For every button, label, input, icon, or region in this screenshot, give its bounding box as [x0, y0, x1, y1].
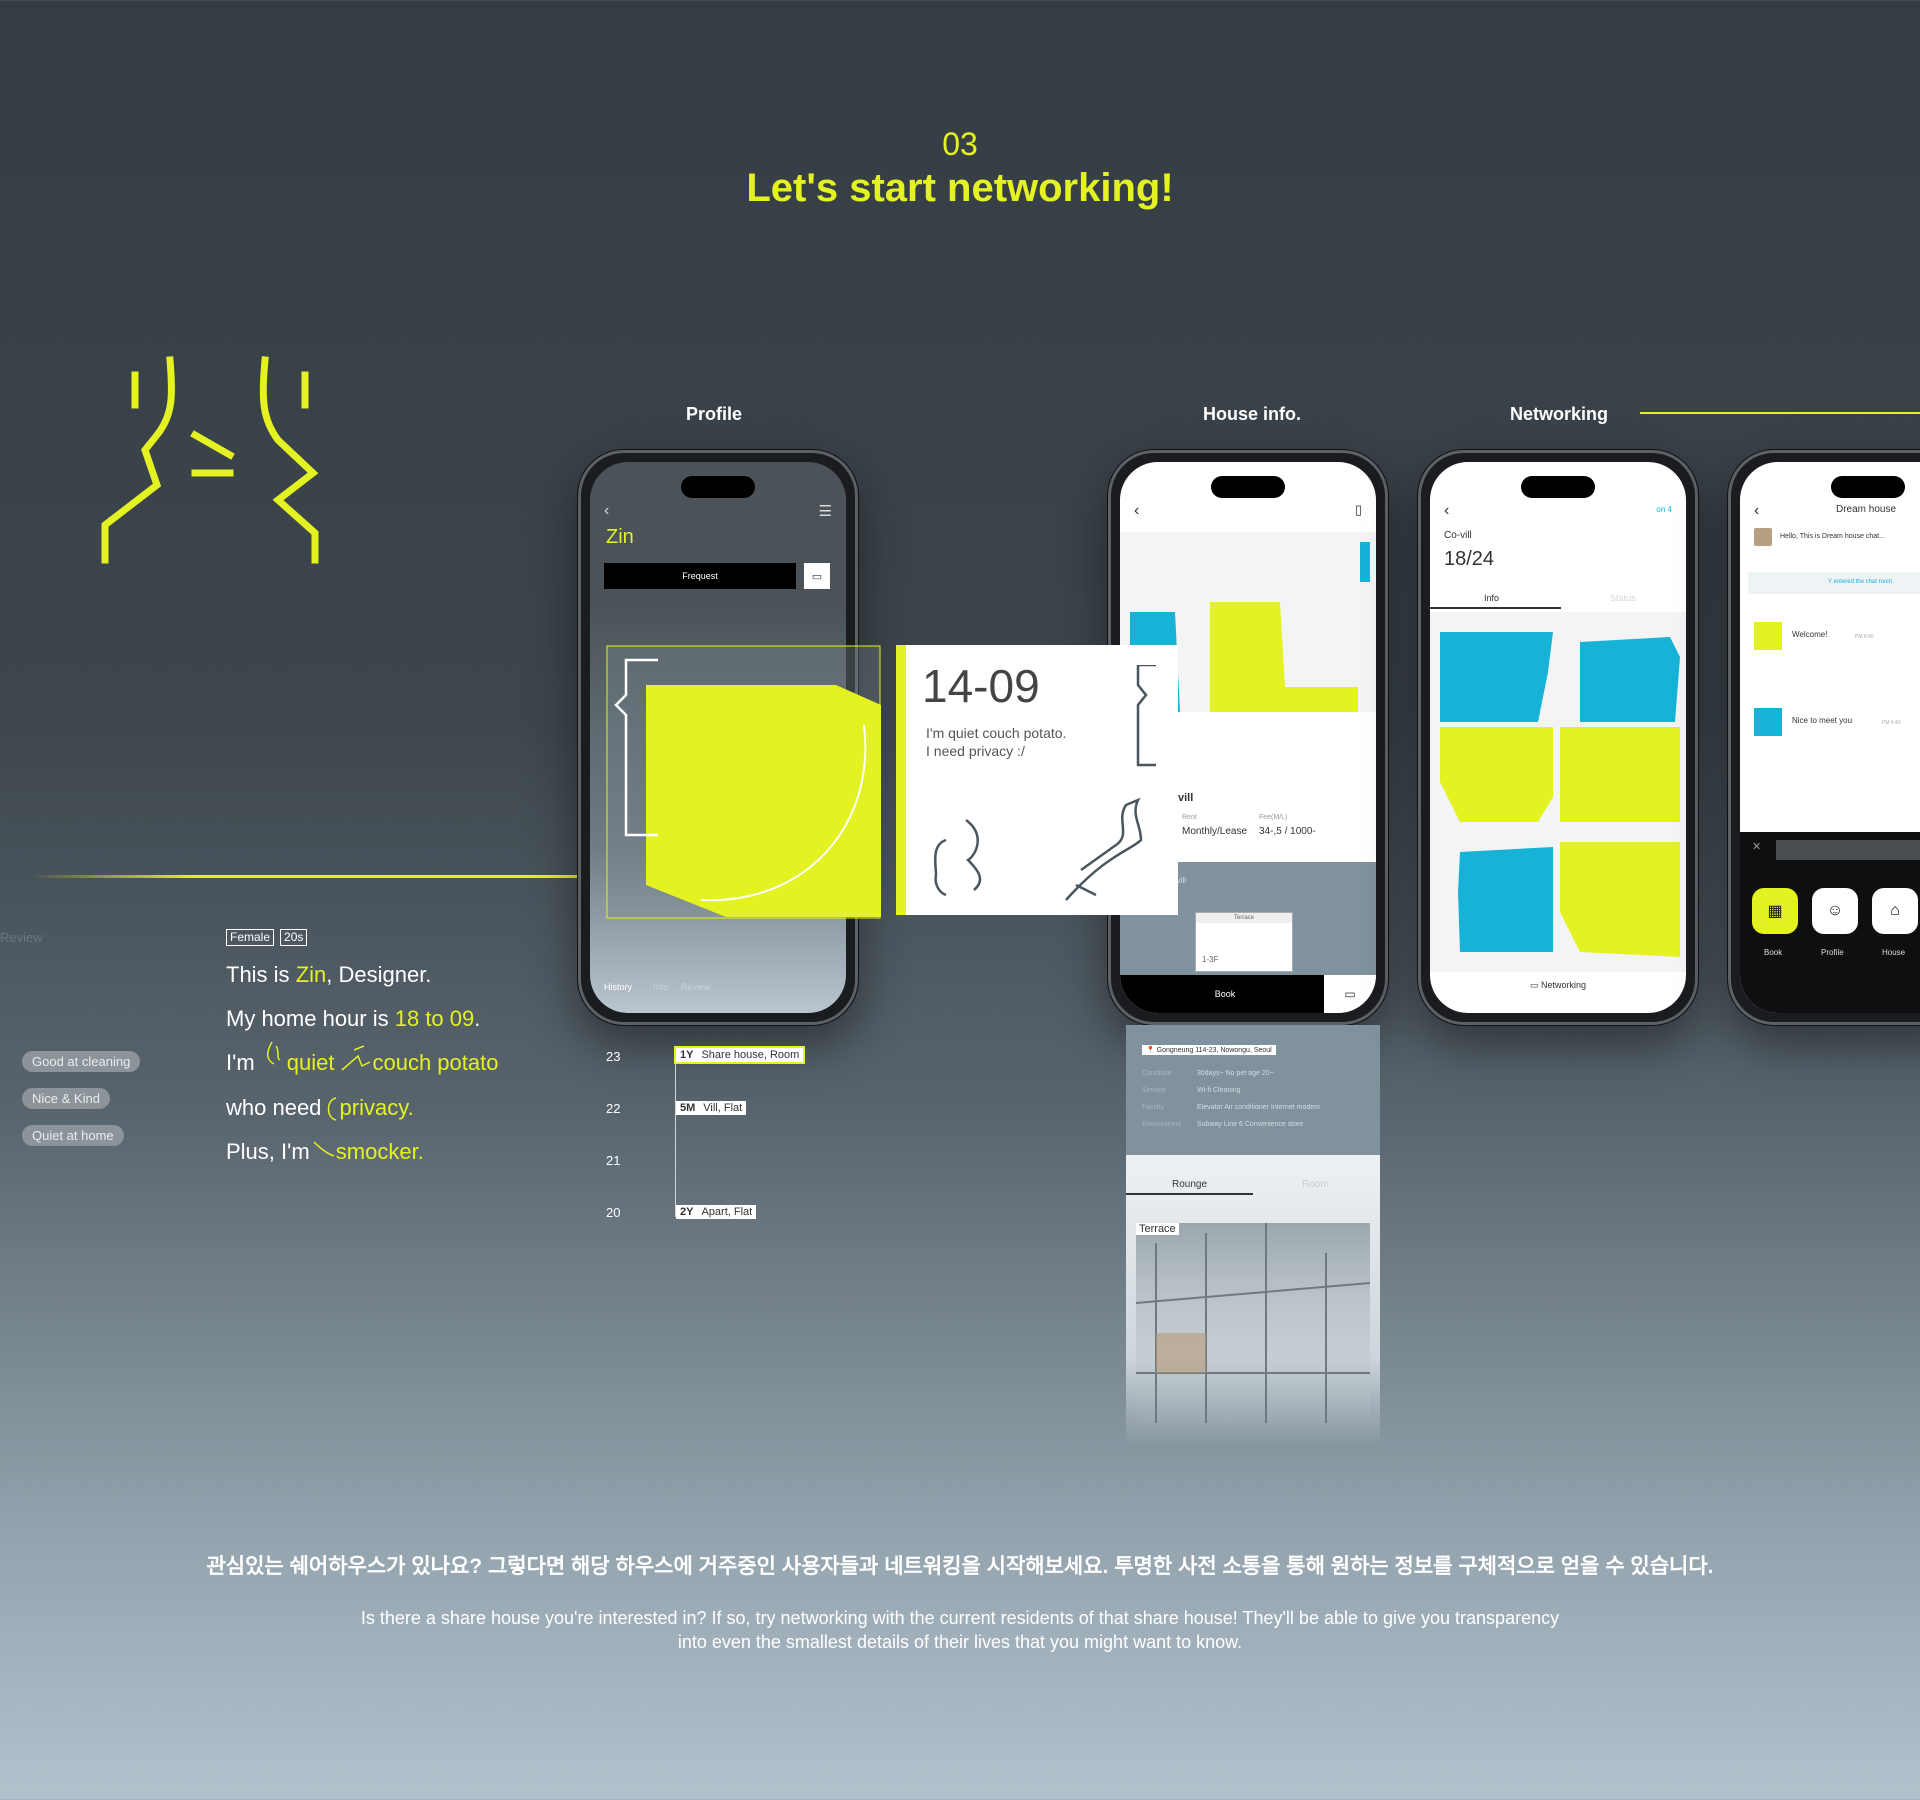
- online-status: on 4: [1656, 505, 1672, 514]
- tab-room[interactable]: Room: [1302, 1179, 1329, 1190]
- timeline-year: 21: [606, 1153, 621, 1168]
- section-label-house: House info.: [1203, 404, 1301, 424]
- fee-value: 34-,5 / 1000-: [1259, 826, 1316, 837]
- gender-tag: Female: [226, 929, 275, 946]
- footer-korean: 관심있는 쉐어하우스가 있나요? 그렇다면 해당 하우스에 거주중인 사용자들과…: [206, 1555, 1714, 1578]
- section-label-networking: Networking: [1510, 404, 1609, 424]
- timeline-entry[interactable]: 2Y Apart, Flat: [676, 1205, 757, 1219]
- back-icon[interactable]: ‹: [604, 502, 609, 520]
- tab-review[interactable]: Review: [681, 982, 711, 992]
- chat-title: Dream house: [1836, 504, 1897, 515]
- phone-chat: ‹ Dream house Hello, This is Dream house…: [1728, 450, 1920, 1025]
- phone-networking: ‹ on 4 Co-vill 18/24 Info Status ▭ Netwo…: [1418, 450, 1698, 1025]
- chat-icon: ▭: [1529, 980, 1541, 990]
- chat-message: Nice to meet you: [1792, 716, 1853, 725]
- avatar: [1754, 528, 1772, 546]
- address-label: 📍 Gongneung 114-23, Nowongu, Seoul: [1142, 1045, 1276, 1055]
- resident-count: 18/24: [1444, 548, 1495, 570]
- hour-card-overlay: 14-09 I'm quiet couch potato. I need pri…: [896, 645, 1178, 915]
- section-label-profile: Profile: [686, 404, 743, 424]
- message-input[interactable]: [1776, 840, 1920, 860]
- avatar: [1754, 708, 1782, 736]
- book-button[interactable]: Book: [1120, 975, 1330, 1013]
- chat-message: Welcome!: [1792, 630, 1828, 639]
- profile-name: Zin: [606, 526, 634, 548]
- dynamic-island: [1211, 476, 1285, 498]
- dynamic-island: [1521, 476, 1595, 498]
- dynamic-island: [681, 476, 755, 498]
- residents-grid: [1430, 612, 1686, 972]
- page-title: Let's start networking!: [746, 166, 1174, 210]
- timeline-axis: [675, 1047, 676, 1217]
- profile-line-hours: My home hour is 18 to 09.: [226, 1006, 481, 1031]
- back-icon[interactable]: ‹: [1444, 502, 1449, 520]
- footer-english-1: Is there a share house you're interested…: [360, 1608, 1560, 1628]
- timeline-entry[interactable]: 1Y Share house, Room: [676, 1048, 804, 1062]
- system-message: Y entered the chat room: [1748, 572, 1920, 594]
- close-icon[interactable]: ✕: [1752, 840, 1761, 853]
- review-chip: Quiet at home: [22, 1125, 124, 1146]
- avatar: [1754, 622, 1782, 650]
- footer-english-2: into even the smallest details of their …: [677, 1632, 1243, 1652]
- face-doodle-icon: [933, 665, 1156, 901]
- timeline-entry[interactable]: 5M Vill, Flat: [676, 1101, 747, 1115]
- review-chip: Good at cleaning: [22, 1051, 141, 1072]
- tab-rounge[interactable]: Rounge: [1172, 1179, 1207, 1190]
- tab-history[interactable]: History: [604, 982, 632, 992]
- chat-icon[interactable]: ▭: [1324, 975, 1376, 1013]
- terrace-photo: [1136, 1223, 1370, 1433]
- hour-artwork: [606, 645, 881, 919]
- doodle-icons: [267, 1041, 371, 1157]
- review-label: Review: [0, 930, 43, 945]
- back-icon[interactable]: ‹: [1754, 502, 1759, 520]
- chat-preview: Hello, This is Dream house chat...: [1780, 533, 1885, 540]
- accent-line: [30, 875, 578, 878]
- tab-info[interactable]: Info: [1484, 593, 1499, 603]
- chat-action-panel: ✕ ▦ ☺ ⌂ Book Profile House: [1740, 832, 1920, 1013]
- networking-divider: [1640, 412, 1920, 414]
- photo-label: Terrace: [1136, 1223, 1179, 1235]
- dynamic-island: [1831, 476, 1905, 498]
- floor-plan: Terrace 1-3F: [1195, 912, 1293, 972]
- age-tag: 20s: [280, 929, 308, 946]
- house-name: Co-vill: [1444, 530, 1472, 541]
- house-icon[interactable]: ⌂: [1872, 888, 1918, 934]
- house-title: vill: [1178, 792, 1194, 804]
- step-number: 03: [942, 126, 978, 162]
- profile-tags: Female 20s: [226, 928, 313, 946]
- timeline-year: 20: [606, 1205, 621, 1220]
- timeline-year: 22: [606, 1101, 621, 1116]
- profile-line-intro: This is Zin, Designer.: [226, 962, 432, 987]
- tab-info[interactable]: Info: [653, 982, 668, 992]
- profile-icon[interactable]: ☺: [1812, 888, 1858, 934]
- calendar-icon[interactable]: ▦: [1752, 888, 1798, 934]
- review-chip: Nice & Kind: [22, 1088, 110, 1109]
- menu-icon[interactable]: ☰: [819, 502, 832, 520]
- timeline-year: 23: [606, 1049, 621, 1064]
- house-photo-section: Rounge Room Terrace: [1126, 1155, 1380, 1445]
- back-icon[interactable]: ‹: [1134, 502, 1139, 520]
- chat-icon[interactable]: ▭: [804, 563, 830, 589]
- faces-logo-icon: [101, 356, 319, 564]
- frequest-button[interactable]: Frequest: [604, 563, 796, 589]
- tab-status[interactable]: Status: [1610, 593, 1636, 603]
- networking-button[interactable]: ▭ Networking: [1430, 980, 1686, 991]
- rent-value: Monthly/Lease: [1182, 826, 1248, 837]
- bookmark-icon[interactable]: ▯: [1355, 502, 1362, 518]
